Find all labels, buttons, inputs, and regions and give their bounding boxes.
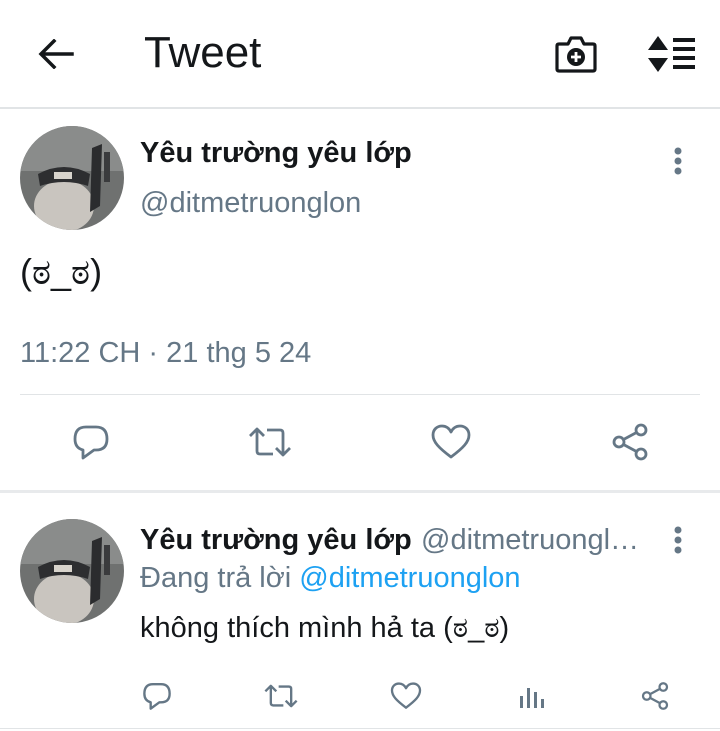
- like-icon: [431, 424, 471, 459]
- replying-to-mention[interactable]: @ditmetruonglon: [299, 562, 520, 594]
- reply-tweet-reply-button[interactable]: [138, 676, 176, 716]
- retweet-icon: [264, 684, 298, 708]
- replying-to: Đang trả lời @ditmetruonglon: [140, 562, 521, 594]
- section-divider: [0, 490, 720, 493]
- reply-tweet-share-button[interactable]: [636, 676, 674, 716]
- reply-tweet-text: không thích mình hả ta (ಠ_ಠ): [140, 612, 510, 644]
- reply-tweet-like-button[interactable]: [386, 676, 426, 716]
- camera-plus-icon: [555, 36, 597, 73]
- reply-more-button[interactable]: [660, 516, 696, 564]
- like-icon: [390, 682, 422, 709]
- reply-tweet-retweet-button[interactable]: [260, 676, 302, 716]
- page-title: Tweet: [144, 28, 262, 77]
- camera-button[interactable]: [548, 28, 604, 80]
- retweet-button[interactable]: [244, 418, 296, 466]
- like-button[interactable]: [426, 418, 476, 466]
- reply-author-name[interactable]: Yêu trường yêu lớp: [140, 524, 412, 556]
- tweet-author-handle[interactable]: @ditmetruonglon: [140, 187, 361, 219]
- more-vertical-icon: [674, 526, 682, 554]
- tweet-text: (ಠ_ಠ): [20, 251, 103, 292]
- avatar[interactable]: [20, 126, 124, 230]
- bottom-divider: [0, 728, 720, 729]
- replying-to-label: Đang trả lời: [140, 562, 292, 594]
- avatar-image: [20, 519, 124, 623]
- tweet-more-button[interactable]: [660, 137, 696, 185]
- reply-avatar[interactable]: [20, 519, 124, 623]
- retweet-icon: [249, 427, 291, 457]
- reply-button[interactable]: [66, 418, 116, 466]
- reply-author-handle[interactable]: @ditmetruongl…: [421, 524, 639, 556]
- divider: [20, 394, 700, 395]
- reply-tweet-analytics-button[interactable]: [512, 676, 552, 716]
- analytics-icon: [520, 688, 544, 708]
- tweet-timestamp[interactable]: 11:22 CH · 21 thg 5 24: [20, 337, 311, 369]
- share-icon: [641, 682, 669, 710]
- sort-list-icon: [648, 36, 695, 72]
- share-icon: [612, 423, 648, 461]
- reply-icon: [143, 682, 171, 710]
- top-app-bar: Tweet: [0, 0, 720, 109]
- sort-button[interactable]: [640, 28, 704, 80]
- tweet-author-name[interactable]: Yêu trường yêu lớp: [140, 137, 412, 169]
- back-arrow-icon: [38, 39, 74, 69]
- avatar-image: [20, 126, 124, 230]
- share-button[interactable]: [606, 418, 654, 466]
- reply-icon: [73, 425, 109, 460]
- back-button[interactable]: [28, 28, 84, 80]
- more-vertical-icon: [674, 147, 682, 175]
